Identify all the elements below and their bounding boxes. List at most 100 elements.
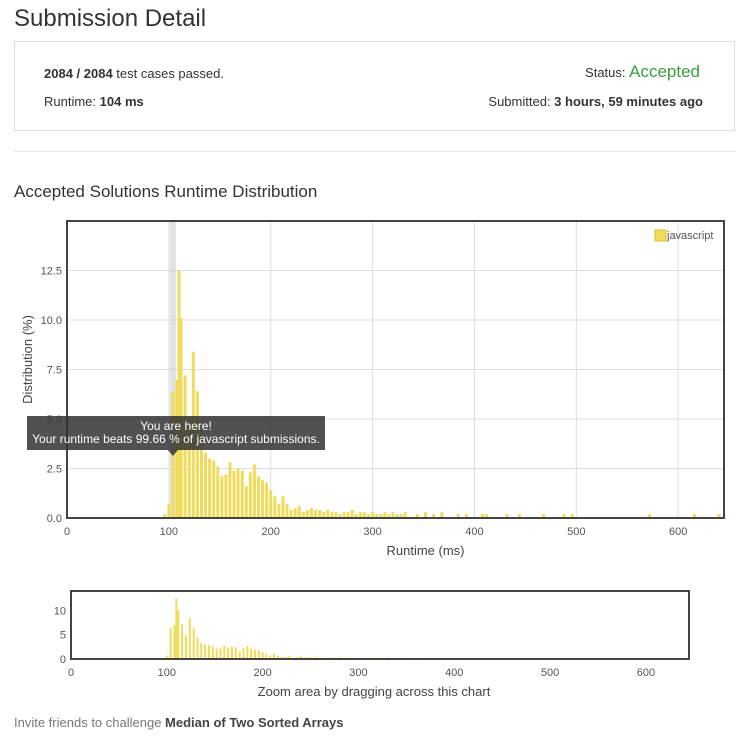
zoom-bar-140ms [204, 644, 207, 659]
bar-164ms [232, 470, 236, 518]
zoom-bar-110ms [175, 598, 178, 659]
zoom-bar-184ms [246, 645, 249, 659]
test-cases-summary: 2084 / 2084 test cases passed. [44, 66, 224, 81]
zoom-x-axis-label: Zoom area by dragging across this chart [258, 684, 491, 699]
bar-244ms [314, 510, 318, 518]
zoom-bar-128ms [192, 627, 195, 659]
bar-188ms [256, 476, 260, 518]
y-tick-label: 2.5 [47, 464, 62, 476]
bar-160ms [228, 462, 232, 518]
y-tick-label: 12.5 [41, 266, 62, 278]
y-tick-label: 7.5 [47, 365, 62, 377]
zoom-x-tick-label: 300 [349, 667, 367, 679]
zoom-bar-176ms [238, 651, 241, 659]
section-title: Accepted Solutions Runtime Distribution [14, 182, 318, 201]
zoom-bar-120ms [184, 635, 187, 659]
runtime-summary: Runtime: 104 ms [44, 94, 144, 109]
x-tick-label: 100 [160, 526, 178, 538]
bar-136ms [204, 452, 208, 518]
bar-184ms [252, 464, 256, 518]
zoom-bar-168ms [230, 646, 233, 659]
bar-280ms [350, 510, 354, 518]
bar-176ms [244, 486, 248, 518]
bar-180ms [248, 472, 252, 518]
zoom-bar-180ms [242, 647, 245, 659]
x-axis-label: Runtime (ms) [386, 543, 464, 558]
zoom-bar-104ms [169, 627, 172, 659]
bar-100ms [167, 504, 171, 518]
bar-192ms [261, 480, 265, 518]
bar-236ms [305, 510, 309, 518]
zoom-y-tick-label: 5 [60, 630, 66, 642]
zoom-x-tick-label: 400 [445, 667, 463, 679]
bar-200ms [269, 490, 273, 518]
zoom-bar-188ms [250, 648, 253, 659]
x-tick-label: 600 [669, 526, 687, 538]
y-tick-label: 0.0 [47, 513, 62, 525]
status-value[interactable]: Accepted [629, 62, 700, 81]
zoom-bar-152ms [215, 648, 218, 659]
zoom-bar-172ms [234, 647, 237, 659]
submitted-value: 3 hours, 59 minutes ago [554, 94, 703, 109]
bar-224ms [293, 508, 297, 518]
status-summary: Status: Accepted [585, 62, 700, 82]
zoom-bar-136ms [200, 642, 203, 659]
x-tick-label: 0 [64, 526, 70, 538]
zoom-y-tick-label: 0 [60, 654, 66, 666]
zoom-bar-160ms [223, 645, 226, 659]
tooltip-line-1: You are here! [140, 419, 212, 433]
legend-swatch [654, 229, 667, 242]
you-are-here-tooltip: You are here!Your runtime beats 99.66 % … [27, 416, 325, 456]
zoom-bar-196ms [257, 650, 260, 659]
bar-204ms [273, 496, 277, 518]
count-separator: / [72, 66, 84, 81]
bar-228ms [297, 506, 301, 518]
runtime-distribution-chart[interactable]: 01002003004005006000.02.55.07.510.012.5R… [0, 215, 755, 565]
zoom-bar-156ms [219, 648, 222, 659]
y-tick-label: 10.0 [41, 315, 62, 327]
bar-144ms [212, 460, 216, 518]
legend-label: javascript [666, 230, 713, 242]
x-tick-label: 400 [465, 526, 483, 538]
bar-240ms [309, 508, 313, 518]
bar-220ms [289, 510, 293, 518]
tooltip-line-2: Your runtime beats 99.66 % of javascript… [32, 432, 320, 446]
zoom-x-tick-label: 200 [253, 667, 271, 679]
zoom-bar-144ms [207, 644, 210, 659]
zoom-bar-200ms [261, 652, 264, 659]
bar-156ms [224, 474, 228, 518]
zoom-x-tick-label: 0 [68, 667, 74, 679]
invite-prefix: Invite friends to challenge [14, 715, 166, 730]
y-axis-label: Distribution (%) [20, 315, 35, 404]
bar-168ms [236, 468, 240, 518]
bar-196ms [265, 482, 269, 518]
bar-256ms [326, 510, 330, 518]
bar-148ms [216, 466, 220, 518]
zoom-bar-164ms [227, 647, 230, 659]
page-title: Submission Detail [14, 5, 207, 32]
submitted-label: Submitted: [488, 94, 555, 109]
bar-248ms [318, 510, 322, 518]
zoom-x-tick-label: 100 [158, 667, 176, 679]
zoom-bar-108ms [173, 625, 176, 659]
submission-summary-panel: 2084 / 2084 test cases passed. Runtime: … [14, 41, 735, 131]
zoom-x-tick-label: 500 [541, 667, 559, 679]
zoom-navigator-chart[interactable]: 0 100 200 300 400 500 600 0 5 10 Zoom area by drag… [0, 585, 755, 705]
zoom-y-tick-label: 10 [54, 605, 66, 617]
zoom-frame [70, 590, 690, 660]
runtime-label: Runtime: [44, 94, 100, 109]
zoom-bar-124ms [188, 618, 191, 659]
x-tick-label: 500 [567, 526, 585, 538]
passed-count: 2084 [44, 66, 73, 81]
zoom-bar-112ms [177, 609, 180, 659]
bar-140ms [208, 458, 212, 518]
passed-suffix: test cases passed. [112, 66, 224, 81]
runtime-value: 104 ms [99, 94, 144, 109]
status-label: Status: [585, 65, 630, 80]
section-divider [14, 151, 735, 152]
total-count: 2084 [83, 66, 113, 81]
x-tick-label: 200 [262, 526, 280, 538]
problem-link[interactable]: Median of Two Sorted Arrays [165, 715, 343, 730]
bar-152ms [220, 476, 224, 518]
zoom-bar-116ms [181, 624, 184, 659]
